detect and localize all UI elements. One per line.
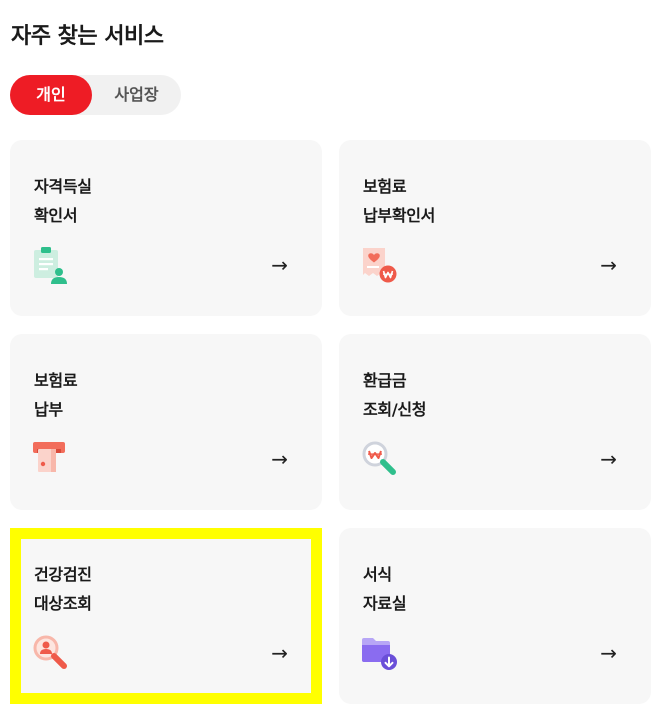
search-person-icon — [33, 635, 67, 669]
arrow-right-icon: → — [271, 641, 288, 665]
section-title: 자주 찾는 서비스 — [11, 24, 164, 49]
card-forms-library[interactable]: 서식 자료실 → — [339, 528, 651, 704]
arrow-right-icon: → — [600, 253, 617, 277]
card-payment-icon — [33, 442, 65, 472]
card-qualification-certificate[interactable]: 자격득실 확인서 → — [10, 140, 322, 316]
arrow-right-icon: → — [600, 641, 617, 665]
arrow-right-icon: → — [271, 253, 288, 277]
card-title: 자격득실 확인서 — [34, 177, 92, 225]
card-premium-payment-certificate[interactable]: 보험료 납부확인서 → — [339, 140, 651, 316]
folder-download-icon — [362, 638, 397, 670]
toggle-business-button[interactable]: 사업장 — [92, 75, 181, 115]
card-premium-payment[interactable]: 보험료 납부 → — [10, 334, 322, 510]
search-won-icon — [362, 441, 396, 475]
card-health-checkup-inquiry[interactable]: 건강검진 대상조회 → — [10, 528, 322, 704]
arrow-right-icon: → — [600, 447, 617, 471]
service-card-grid: 자격득실 확인서 → 보험료 납부확인서 → 보험료 납부 → 환급금 조회/신… — [10, 140, 651, 705]
arrow-right-icon: → — [271, 447, 288, 471]
card-title: 보험료 납부 — [34, 371, 78, 419]
card-title: 서식 자료실 — [363, 565, 407, 613]
toggle-personal-button[interactable]: 개인 — [10, 75, 92, 115]
card-title: 건강검진 대상조회 — [34, 565, 92, 613]
receipt-won-icon — [363, 248, 397, 283]
card-title: 환급금 조회/신청 — [363, 371, 427, 419]
card-refund-inquiry[interactable]: 환급금 조회/신청 → — [339, 334, 651, 510]
personal-business-toggle: 개인 사업장 — [10, 75, 181, 115]
document-person-icon — [34, 247, 67, 284]
card-title: 보험료 납부확인서 — [363, 177, 436, 225]
